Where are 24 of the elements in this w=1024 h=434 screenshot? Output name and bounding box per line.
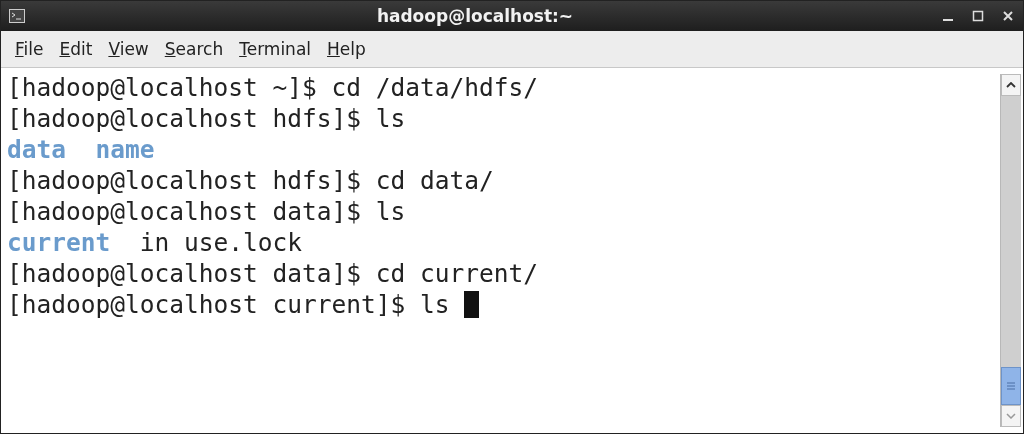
directory-name: data	[7, 134, 66, 165]
menu-item[interactable]: View	[100, 35, 157, 63]
grip-icon	[1007, 381, 1015, 391]
terminal-icon	[9, 9, 25, 23]
menu-item[interactable]: Edit	[51, 35, 101, 63]
menu-item[interactable]: Help	[319, 35, 374, 63]
file-name: in use.lock	[139, 227, 302, 258]
window-title: hadoop@localhost:~	[375, 6, 575, 26]
directory-name: current	[7, 227, 111, 258]
menu-item[interactable]: Terminal	[231, 35, 320, 63]
command-line: [hadoop@localhost ~]$ cd /data/hdfs/	[7, 72, 538, 103]
scroll-up-button[interactable]	[1001, 74, 1021, 96]
command-line: [hadoop@localhost hdfs]$ cd data/	[7, 165, 494, 196]
close-icon[interactable]	[1001, 9, 1015, 23]
menu-item[interactable]: Search	[156, 35, 232, 63]
directory-name: name	[95, 134, 155, 165]
command-line: [hadoop@localhost hdfs]$ ls	[7, 103, 406, 134]
maximize-icon[interactable]	[971, 9, 985, 23]
command-line: [hadoop@localhost current]$ ls	[7, 289, 450, 320]
menu-item[interactable]: File	[7, 35, 52, 63]
scrollbar[interactable]	[1000, 74, 1021, 427]
command-line: [hadoop@localhost data]$ cd current/	[7, 258, 538, 289]
command-line: [hadoop@localhost data]$ ls	[7, 196, 406, 227]
scroll-thumb[interactable]	[1001, 367, 1021, 405]
